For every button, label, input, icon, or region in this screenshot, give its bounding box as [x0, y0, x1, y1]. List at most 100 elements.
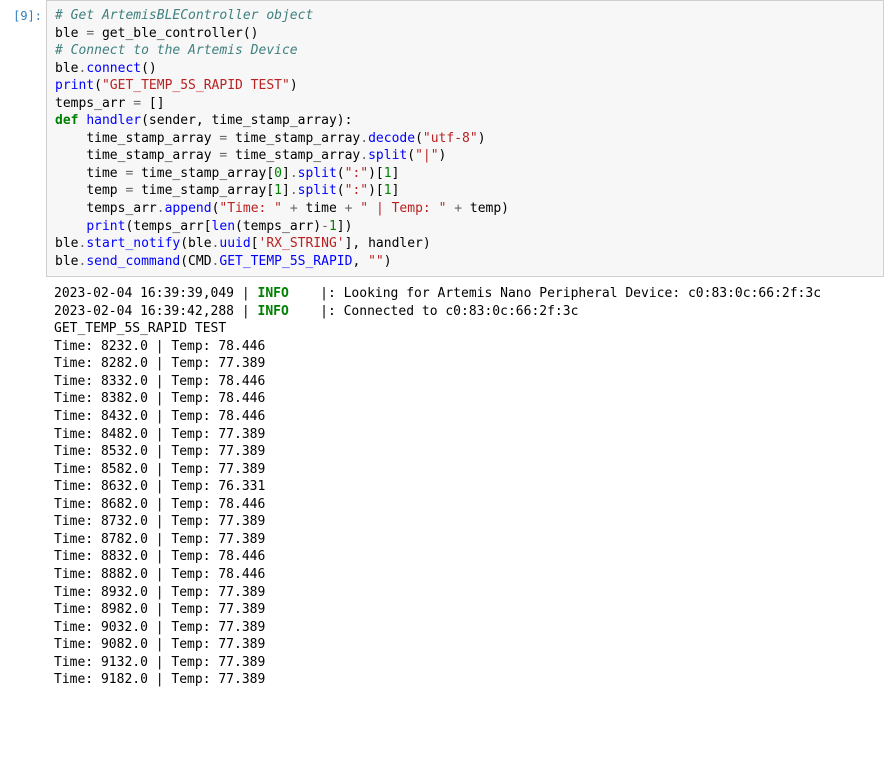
code-call: decode [368, 131, 415, 146]
code-comment: # Get ArtemisBLEController object [55, 8, 313, 23]
code-string: "GET_TEMP_5S_RAPID TEST" [102, 78, 290, 93]
code-call: len [212, 219, 235, 234]
output-row: Time: 8282.0 | Temp: 77.389 [54, 355, 876, 373]
code-text: (temps_arr[ [125, 219, 211, 234]
output-row: Time: 9182.0 | Temp: 77.389 [54, 671, 876, 689]
output-row: Time: 9132.0 | Temp: 77.389 [54, 654, 876, 672]
code-call: print [55, 78, 94, 93]
output-row: Time: 8982.0 | Temp: 77.389 [54, 601, 876, 619]
code-text: (ble [180, 236, 211, 251]
code-text: [] [141, 96, 164, 111]
code-text: ble [55, 254, 78, 269]
code-comment: # Connect to the Artemis Device [55, 43, 298, 58]
code-text: temp [86, 183, 125, 198]
code-text: ] [282, 166, 290, 181]
output-row: Time: 8632.0 | Temp: 76.331 [54, 478, 876, 496]
log-msg: |: Looking for Artemis Nano Peripheral D… [289, 286, 821, 301]
code-indent [55, 148, 86, 163]
code-call: append [165, 201, 212, 216]
code-text: time_stamp_array[ [133, 183, 274, 198]
notebook: [9]: # Get ArtemisBLEController object bl… [0, 0, 884, 695]
code-indent [55, 131, 86, 146]
code-text: time_stamp_array[ [133, 166, 274, 181]
code-call: connect [86, 61, 141, 76]
code-string: "Time: " [219, 201, 282, 216]
output-row: Time: 8532.0 | Temp: 77.389 [54, 443, 876, 461]
code-op: . [290, 166, 298, 181]
code-call: split [298, 183, 337, 198]
code-indent [55, 183, 86, 198]
code-text: ( [337, 183, 345, 198]
log-msg: |: Connected to c0:83:0c:66:2f:3c [289, 304, 579, 319]
code-string: 'RX_STRING' [259, 236, 345, 251]
output-row: Time: 8232.0 | Temp: 78.446 [54, 338, 876, 356]
code-op: . [360, 131, 368, 146]
code-text: temps_arr [86, 201, 156, 216]
code-text [282, 201, 290, 216]
code-string: "utf-8" [423, 131, 478, 146]
output-row: Time: 8482.0 | Temp: 77.389 [54, 426, 876, 444]
log-level-info: INFO [258, 286, 289, 301]
output-row: Time: 8332.0 | Temp: 78.446 [54, 373, 876, 391]
output-row: Time: 9032.0 | Temp: 77.389 [54, 619, 876, 637]
output-row: Time: 8882.0 | Temp: 78.446 [54, 566, 876, 584]
code-op: . [290, 183, 298, 198]
code-call: send_command [86, 254, 180, 269]
code-text: ] [282, 183, 290, 198]
input-cell: [9]: # Get ArtemisBLEController object bl… [0, 0, 884, 279]
code-number: 0 [274, 166, 282, 181]
code-text: ( [94, 78, 102, 93]
code-text: ], handler) [345, 236, 431, 251]
code-text: )[ [368, 166, 384, 181]
code-indent [55, 219, 86, 234]
code-text: ) [478, 131, 486, 146]
code-text: time_stamp_array [86, 148, 219, 163]
output-row: Time: 9082.0 | Temp: 77.389 [54, 636, 876, 654]
code-call: split [368, 148, 407, 163]
code-text: temps_arr [55, 96, 133, 111]
code-string: "" [368, 254, 384, 269]
log-level-info: INFO [258, 304, 289, 319]
code-op: - [321, 219, 329, 234]
code-number: 1 [329, 219, 337, 234]
input-prompt: [9]: [0, 0, 46, 24]
output-row: Time: 8682.0 | Temp: 78.446 [54, 496, 876, 514]
code-op: . [360, 148, 368, 163]
output-row: Time: 8732.0 | Temp: 77.389 [54, 513, 876, 531]
code-text: time_stamp_array [227, 148, 360, 163]
code-text: ble [55, 236, 78, 251]
code-call: start_notify [86, 236, 180, 251]
code-text: ble [55, 26, 86, 41]
code-text: (sender, time_stamp_array): [141, 113, 352, 128]
code-text: time_stamp_array [86, 131, 219, 146]
code-indent [55, 166, 86, 181]
code-op: + [454, 201, 462, 216]
code-op: + [290, 201, 298, 216]
code-call: print [86, 219, 125, 234]
code-text: time [86, 166, 125, 181]
code-text: ( [415, 131, 423, 146]
output-header: GET_TEMP_5S_RAPID TEST [54, 320, 876, 338]
code-op: = [86, 26, 94, 41]
code-text: ) [290, 78, 298, 93]
code-keyword: def [55, 113, 78, 128]
output-row: Time: 8432.0 | Temp: 78.446 [54, 408, 876, 426]
output-prompt [0, 279, 46, 287]
code-text: (temps_arr) [235, 219, 321, 234]
code-indent [55, 201, 86, 216]
output-row: Time: 8782.0 | Temp: 77.389 [54, 531, 876, 549]
code-input[interactable]: # Get ArtemisBLEController object ble = g… [46, 0, 884, 277]
code-string: ":" [345, 183, 368, 198]
code-string: " | Temp: " [360, 201, 446, 216]
cell-output: 2023-02-04 16:39:39,049 | INFO |: Lookin… [46, 279, 884, 695]
code-text: , [352, 254, 368, 269]
code-text: ) [439, 148, 447, 163]
code-string: ":" [345, 166, 368, 181]
code-op: . [157, 201, 165, 216]
code-call: GET_TEMP_5S_RAPID [219, 254, 352, 269]
code-text: () [141, 61, 157, 76]
log-ts: 2023-02-04 16:39:42,288 | [54, 304, 258, 319]
code-text: ] [392, 166, 400, 181]
code-text: get_ble_controller() [94, 26, 258, 41]
code-call: uuid [219, 236, 250, 251]
